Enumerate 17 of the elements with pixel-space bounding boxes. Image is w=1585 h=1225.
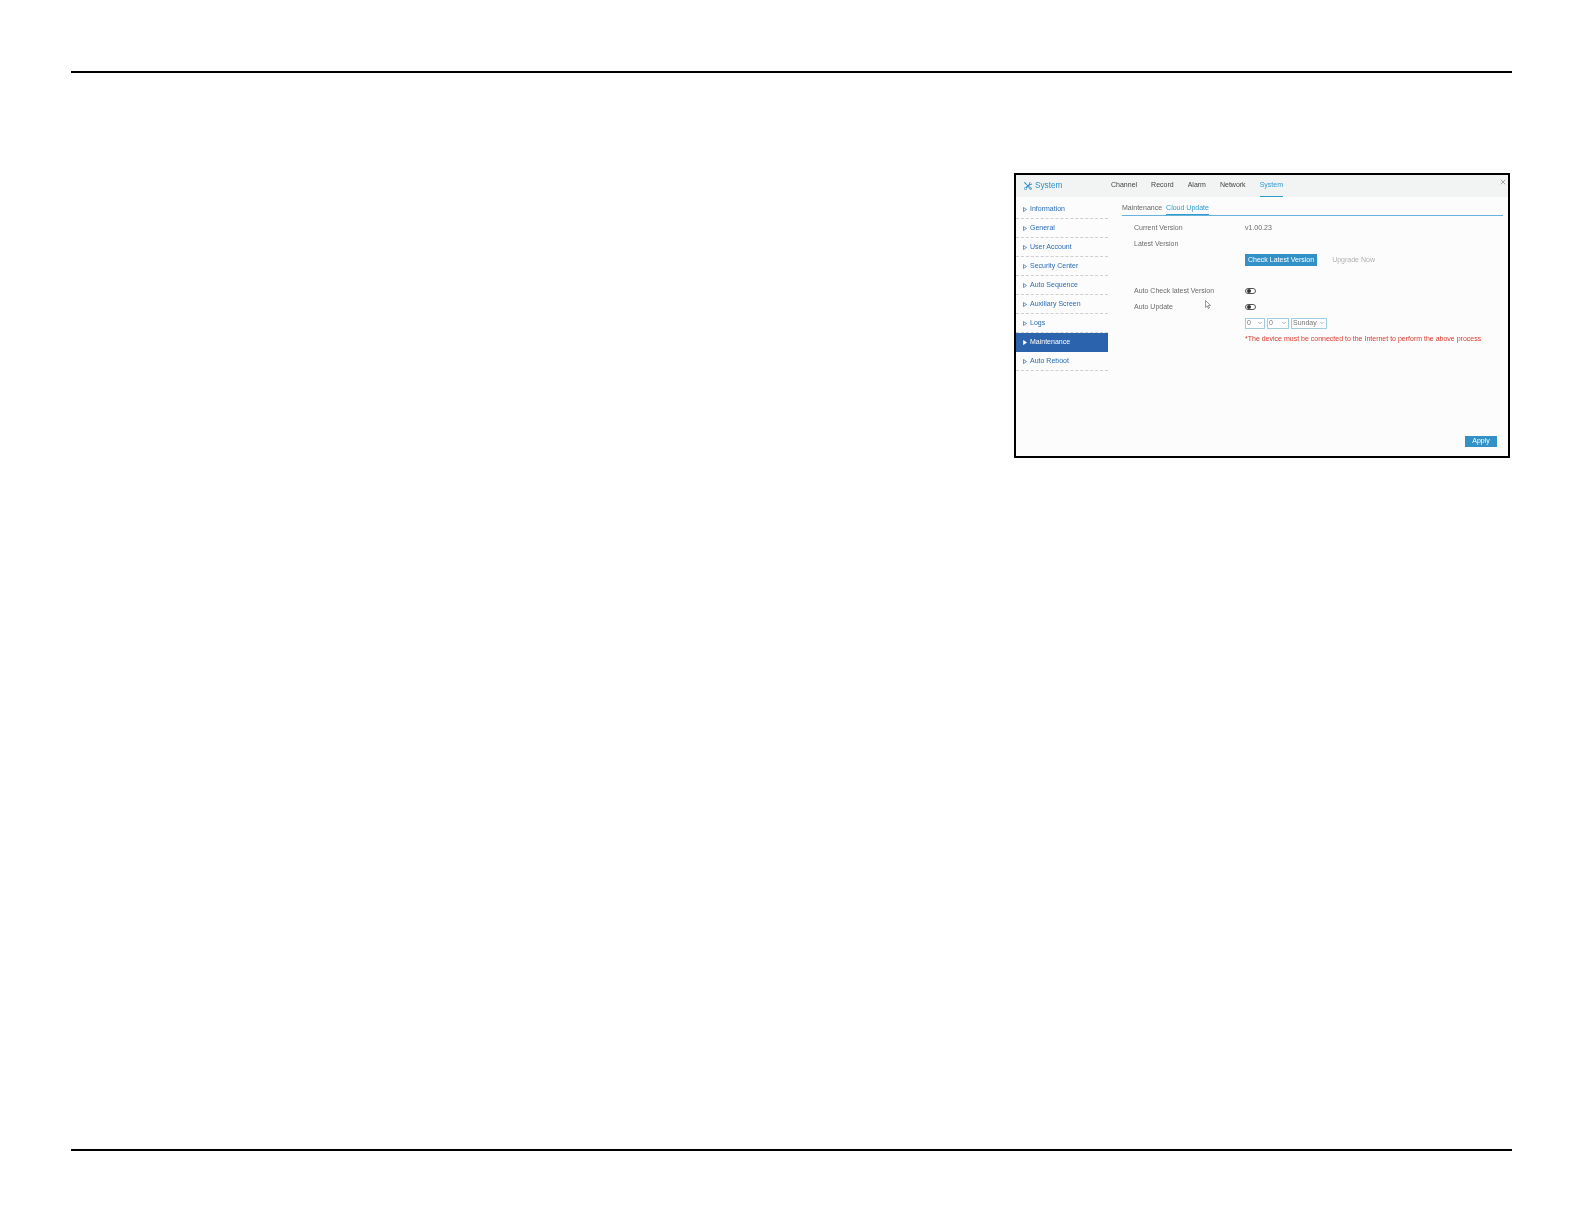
caret-icon	[1023, 320, 1027, 326]
chevron-down-icon	[1319, 320, 1325, 326]
caret-icon	[1023, 301, 1027, 307]
caret-icon	[1023, 206, 1027, 212]
toggle-switch[interactable]	[1245, 304, 1256, 310]
tools-icon	[1024, 182, 1032, 190]
window-title: System	[1035, 179, 1063, 192]
toggle-switch[interactable]	[1245, 288, 1256, 294]
caret-icon	[1023, 244, 1027, 250]
caret-icon	[1023, 263, 1027, 269]
caret-icon	[1023, 339, 1027, 345]
caret-icon	[1023, 282, 1027, 288]
caret-icon	[1023, 225, 1027, 231]
chevron-down-icon	[1257, 320, 1263, 326]
chevron-down-icon	[1281, 320, 1287, 326]
cursor-icon	[1205, 300, 1211, 309]
caret-icon	[1023, 358, 1027, 364]
